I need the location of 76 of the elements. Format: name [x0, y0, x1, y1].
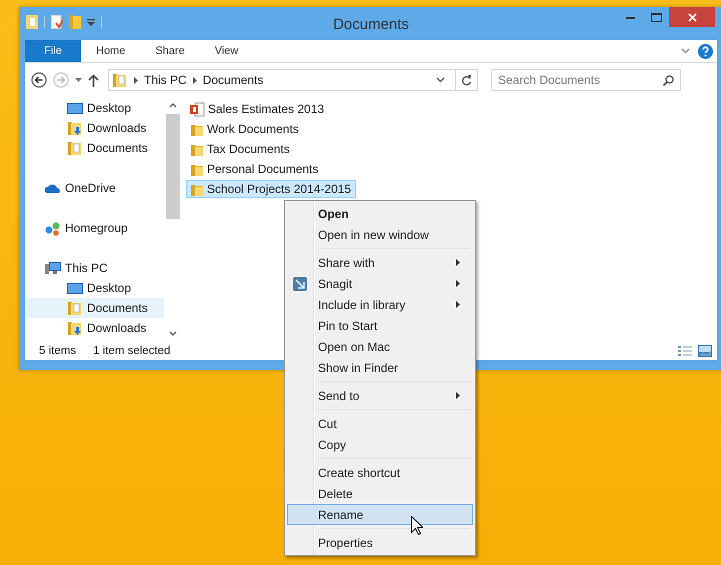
monitor-icon — [67, 102, 83, 114]
selection-count: 1 item selected — [93, 345, 170, 357]
menu-item[interactable]: Open on Mac — [287, 336, 473, 357]
menu-item[interactable]: Send to — [287, 385, 473, 406]
documents-folder-icon — [112, 72, 128, 88]
details-view-icon[interactable] — [678, 345, 692, 357]
nav-item[interactable]: This PC — [25, 258, 166, 278]
menu-item[interactable]: Show in Finder — [287, 357, 473, 378]
address-bar[interactable]: This PC Documents — [108, 69, 478, 91]
search-icon — [663, 74, 674, 86]
cloud-icon — [45, 182, 61, 194]
nav-item[interactable]: Desktop — [25, 278, 166, 298]
chevron-right-icon — [134, 76, 138, 84]
app-icon — [293, 277, 307, 291]
nav-item[interactable]: Homegroup — [25, 218, 166, 238]
up-arrow-icon[interactable] — [88, 74, 99, 86]
menu-item[interactable]: Delete — [287, 483, 473, 504]
submenu-arrow-icon — [456, 392, 460, 399]
close-icon — [688, 12, 696, 22]
menu-item[interactable]: Copy — [287, 434, 473, 455]
computer-icon — [45, 261, 61, 275]
homegroup-icon — [45, 220, 61, 236]
back-icon[interactable] — [31, 72, 47, 88]
scroll-up-icon[interactable] — [169, 103, 177, 108]
nav-item[interactable]: Desktop — [25, 98, 166, 118]
nav-item[interactable]: OneDrive — [25, 178, 166, 198]
menu-item[interactable]: Open — [287, 203, 473, 224]
new-document-icon[interactable] — [51, 15, 63, 29]
file-tab[interactable]: File — [25, 40, 81, 62]
file-item[interactable]: Tax Documents — [186, 140, 295, 158]
mouse-pointer-icon — [411, 516, 423, 535]
menu-item[interactable]: Cut — [287, 413, 473, 434]
file-item[interactable]: School Projects 2014-2015 — [186, 180, 356, 198]
maximize-icon — [650, 12, 662, 22]
file-item[interactable]: Sales Estimates 2013 — [186, 100, 330, 118]
file-item[interactable]: Work Documents — [186, 120, 304, 138]
monitor-icon — [67, 282, 83, 294]
close-button[interactable] — [669, 7, 715, 27]
menu-item[interactable]: Rename — [287, 504, 473, 525]
menu-item[interactable]: Snagit — [287, 273, 473, 294]
minimize-icon — [626, 16, 634, 18]
menu-item[interactable]: Open in new window — [287, 224, 473, 245]
submenu-arrow-icon — [456, 259, 460, 266]
downloads-folder-icon — [67, 320, 83, 336]
chevron-right-icon — [192, 76, 197, 84]
customize-dropdown-icon[interactable] — [87, 18, 95, 26]
documents-folder-icon — [67, 300, 83, 316]
nav-item[interactable]: Downloads — [25, 318, 166, 338]
refresh-icon[interactable] — [461, 74, 472, 86]
nav-item[interactable]: Documents — [25, 298, 164, 318]
search-field[interactable]: Search Documents — [491, 69, 681, 91]
ribbon-tab[interactable]: View — [200, 40, 254, 62]
breadcrumb[interactable]: Documents — [202, 73, 264, 87]
help-icon[interactable] — [698, 44, 713, 58]
breadcrumb[interactable]: This PC — [144, 73, 187, 87]
documents-folder-icon — [67, 140, 83, 156]
menu-item[interactable]: Share with — [287, 252, 473, 273]
submenu-arrow-icon — [456, 301, 460, 308]
menu-item[interactable]: Create shortcut — [287, 462, 473, 483]
submenu-arrow-icon — [456, 280, 460, 287]
item-count: 5 items — [39, 345, 76, 357]
nav-item[interactable]: Downloads — [25, 118, 166, 138]
menu-item[interactable]: Include in library — [287, 294, 473, 315]
large-icons-view-icon[interactable] — [698, 345, 712, 357]
nav-item[interactable]: Documents — [25, 138, 166, 158]
ribbon-tab[interactable]: Home — [81, 40, 140, 62]
expand-ribbon-icon[interactable] — [681, 48, 690, 54]
scroll-down-icon[interactable] — [169, 331, 177, 336]
menu-item[interactable]: Properties — [287, 532, 473, 553]
downloads-folder-icon — [67, 120, 83, 136]
window-title: Documents — [333, 16, 409, 33]
ribbon-tab[interactable]: Share — [140, 40, 200, 62]
menu-item[interactable]: Pin to Start — [287, 315, 473, 336]
presentation-file-icon — [190, 102, 205, 116]
recent-dropdown-icon[interactable] — [75, 78, 82, 82]
file-item[interactable]: Personal Documents — [186, 160, 324, 178]
